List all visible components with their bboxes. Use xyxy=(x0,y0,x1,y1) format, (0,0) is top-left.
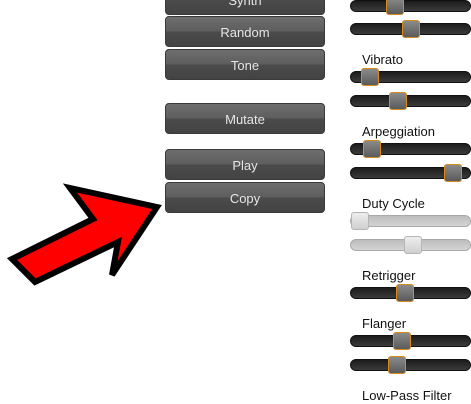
red-arrow-icon xyxy=(6,183,162,286)
red-arrow-shape xyxy=(6,183,162,286)
